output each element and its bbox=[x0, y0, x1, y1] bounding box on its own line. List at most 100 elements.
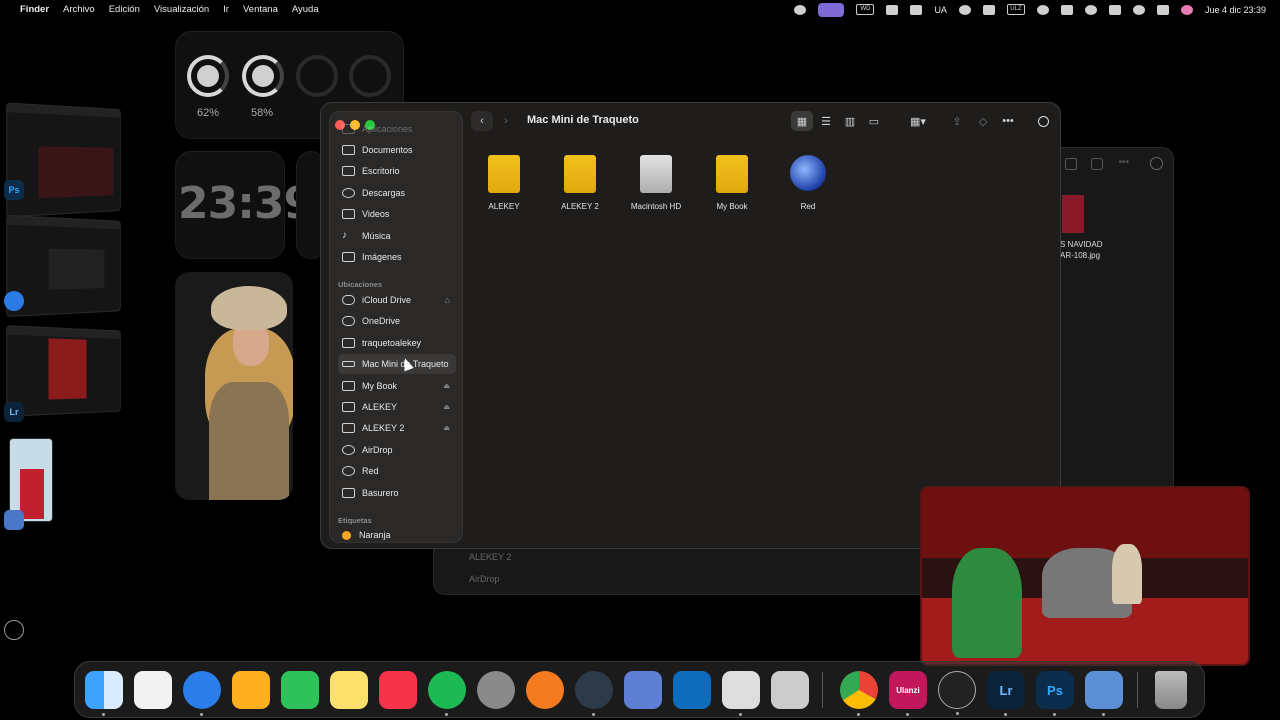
sidebar-item-mac-mini[interactable]: Mac Mini de Traqueto bbox=[338, 354, 456, 374]
forward-button[interactable]: › bbox=[495, 111, 517, 131]
sidebar-item-alekey[interactable]: ALEKEY ⏏ bbox=[338, 397, 456, 417]
battery-icon[interactable] bbox=[1060, 4, 1073, 15]
wifi-icon[interactable] bbox=[1108, 4, 1121, 15]
dock-home[interactable] bbox=[232, 671, 270, 709]
photoshop-badge: Ps bbox=[4, 180, 24, 200]
ulanzi-menu-icon[interactable]: ULZ bbox=[1006, 4, 1025, 15]
dock-facetime[interactable] bbox=[281, 671, 319, 709]
bg-share-icon[interactable] bbox=[1065, 158, 1077, 170]
sliders-icon[interactable] bbox=[910, 4, 923, 15]
bg-sidebar-item[interactable]: AirDrop bbox=[469, 574, 500, 584]
dock-ulanzi[interactable]: Ulanzi bbox=[889, 671, 927, 716]
menu-ayuda[interactable]: Ayuda bbox=[292, 4, 319, 15]
sidebar-item-onedrive[interactable]: OneDrive bbox=[338, 311, 456, 331]
dock-notes[interactable] bbox=[330, 671, 368, 709]
dock-obs[interactable] bbox=[938, 671, 976, 715]
photoshop-window-thumb[interactable] bbox=[6, 102, 121, 218]
input-us-icon[interactable] bbox=[1084, 4, 1097, 15]
more-button[interactable]: ••• bbox=[998, 111, 1018, 131]
menu-visualizacion[interactable]: Visualización bbox=[154, 4, 209, 15]
menu-finder[interactable]: Finder bbox=[20, 4, 49, 15]
file-item-alekey-2[interactable]: ALEKEY 2 bbox=[550, 155, 610, 211]
bg-more-icon[interactable]: ••• bbox=[1118, 157, 1129, 168]
record-icon[interactable] bbox=[794, 4, 807, 15]
dock-fl-studio[interactable] bbox=[526, 671, 564, 709]
bg-sidebar-item[interactable]: ALEKEY 2 bbox=[469, 552, 511, 562]
sidebar-item-musica[interactable]: ♪ Música bbox=[338, 226, 456, 246]
column-view-button[interactable]: ▥ bbox=[839, 111, 861, 131]
sidebar-item-alekey-2[interactable]: ALEKEY 2 ⏏ bbox=[338, 418, 456, 438]
keyboard-layout-ua[interactable]: UA bbox=[934, 5, 947, 15]
list-view-button[interactable]: ☰ bbox=[815, 111, 837, 131]
sidebar-item-documentos[interactable]: Documentos bbox=[338, 140, 456, 160]
dock-safari[interactable] bbox=[183, 671, 221, 716]
mouse-battery-pct: 58% bbox=[251, 107, 274, 119]
sidebar-item-imagenes[interactable]: Imágenes bbox=[338, 247, 456, 267]
bg-search-icon[interactable] bbox=[1150, 157, 1163, 170]
sidebar-item-descargas[interactable]: Descargas bbox=[338, 183, 456, 203]
lightroom-window-thumb[interactable] bbox=[6, 325, 121, 417]
icon-view-button[interactable]: ▦ bbox=[791, 111, 813, 131]
eject-icon[interactable]: ⏏ bbox=[443, 382, 450, 390]
vpn-icon[interactable] bbox=[886, 4, 899, 15]
menu-ir[interactable]: Ir bbox=[223, 4, 229, 15]
file-item-macintosh-hd[interactable]: Macintosh HD bbox=[626, 155, 686, 211]
back-button[interactable]: ‹ bbox=[471, 111, 493, 131]
group-by-button[interactable]: ▦▾ bbox=[904, 111, 932, 131]
control-center-icon[interactable] bbox=[1156, 4, 1169, 15]
sidebar-item-escritorio[interactable]: Escritorio bbox=[338, 161, 456, 181]
cloud-icon[interactable] bbox=[982, 4, 995, 15]
dock-photoshop[interactable]: Ps bbox=[1036, 671, 1074, 716]
home-icon bbox=[342, 338, 355, 348]
file-item-red[interactable]: Red bbox=[778, 155, 838, 211]
dock-launchpad[interactable] bbox=[134, 671, 172, 709]
sidebar-item-airdrop[interactable]: AirDrop bbox=[338, 440, 456, 460]
siri-icon[interactable] bbox=[1180, 4, 1193, 15]
sidebar-item-icloud[interactable]: iCloud Drive △ bbox=[338, 290, 456, 310]
share-button[interactable]: ⇪ bbox=[948, 111, 966, 131]
dock-music[interactable] bbox=[379, 671, 417, 709]
bg-image-thumb[interactable] bbox=[1062, 195, 1084, 233]
sidebar-item-red[interactable]: Red bbox=[338, 461, 456, 481]
sidebar-item-videos[interactable]: Videos bbox=[338, 204, 456, 224]
dock-outlook[interactable] bbox=[673, 671, 711, 709]
stage-manager-icon[interactable] bbox=[818, 2, 845, 17]
wd-icon[interactable]: WD bbox=[856, 4, 875, 15]
bg-tag-icon[interactable] bbox=[1091, 158, 1103, 170]
menu-ventana[interactable]: Ventana bbox=[243, 4, 278, 15]
dock-separator bbox=[822, 672, 823, 708]
dock-studio[interactable] bbox=[771, 671, 809, 709]
finder-window[interactable]: Aplicaciones Documentos Escritorio Desca… bbox=[320, 102, 1061, 549]
sidebar-tag-naranja[interactable]: Naranja bbox=[338, 525, 456, 542]
gallery-view-button[interactable]: ▭ bbox=[863, 111, 885, 131]
dock-spotify[interactable] bbox=[428, 671, 466, 716]
sidebar-item-aplicaciones[interactable]: Aplicaciones bbox=[338, 119, 456, 139]
dock-disk-utility[interactable] bbox=[1085, 671, 1123, 716]
menu-datetime[interactable]: Jue 4 dic 23:39 bbox=[1205, 5, 1266, 15]
file-item-alekey[interactable]: ALEKEY bbox=[474, 155, 534, 211]
dock-davinci[interactable] bbox=[575, 671, 613, 716]
dock-lightroom[interactable]: Lr bbox=[987, 671, 1025, 716]
play-icon[interactable] bbox=[1036, 4, 1049, 15]
dock-configurator[interactable] bbox=[624, 671, 662, 709]
dock-trash[interactable] bbox=[1155, 671, 1187, 709]
sidebar-item-label: Videos bbox=[362, 209, 390, 219]
sidebar-item-basurero[interactable]: Basurero bbox=[338, 483, 456, 503]
eject-icon[interactable]: ⏏ bbox=[443, 424, 450, 432]
dock-system-settings[interactable] bbox=[477, 671, 515, 709]
file-item-my-book[interactable]: My Book bbox=[702, 155, 762, 211]
search-button[interactable] bbox=[1033, 111, 1053, 131]
dock-finder[interactable] bbox=[85, 671, 123, 716]
time-machine-icon[interactable] bbox=[4, 620, 24, 640]
search-icon[interactable] bbox=[1132, 4, 1145, 15]
sidebar-item-home[interactable]: traquetoalekey bbox=[338, 333, 456, 353]
menu-edicion[interactable]: Edición bbox=[109, 4, 140, 15]
sidebar-item-my-book[interactable]: My Book ⏏ bbox=[338, 376, 456, 396]
sidebar-section-ubicaciones: Ubicaciones bbox=[338, 280, 383, 289]
menu-archivo[interactable]: Archivo bbox=[63, 4, 95, 15]
dock-audio-midi[interactable] bbox=[722, 671, 760, 716]
tag-button[interactable]: ◇ bbox=[974, 111, 992, 131]
dock-chrome[interactable] bbox=[840, 671, 878, 716]
cloud-sync-icon[interactable] bbox=[958, 4, 971, 15]
eject-icon[interactable]: ⏏ bbox=[443, 403, 450, 411]
